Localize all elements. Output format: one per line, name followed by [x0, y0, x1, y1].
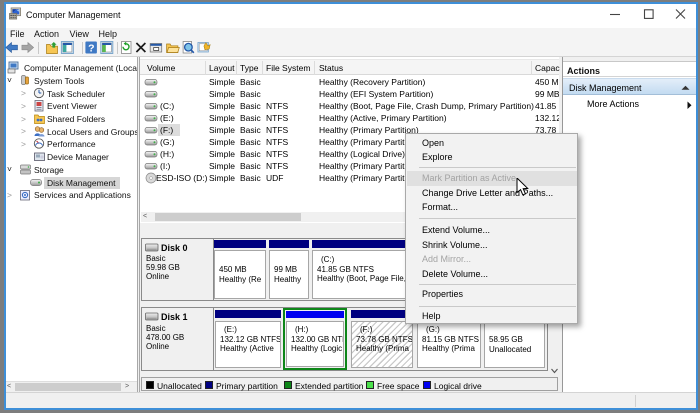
svg-text:?: ?	[88, 43, 94, 55]
